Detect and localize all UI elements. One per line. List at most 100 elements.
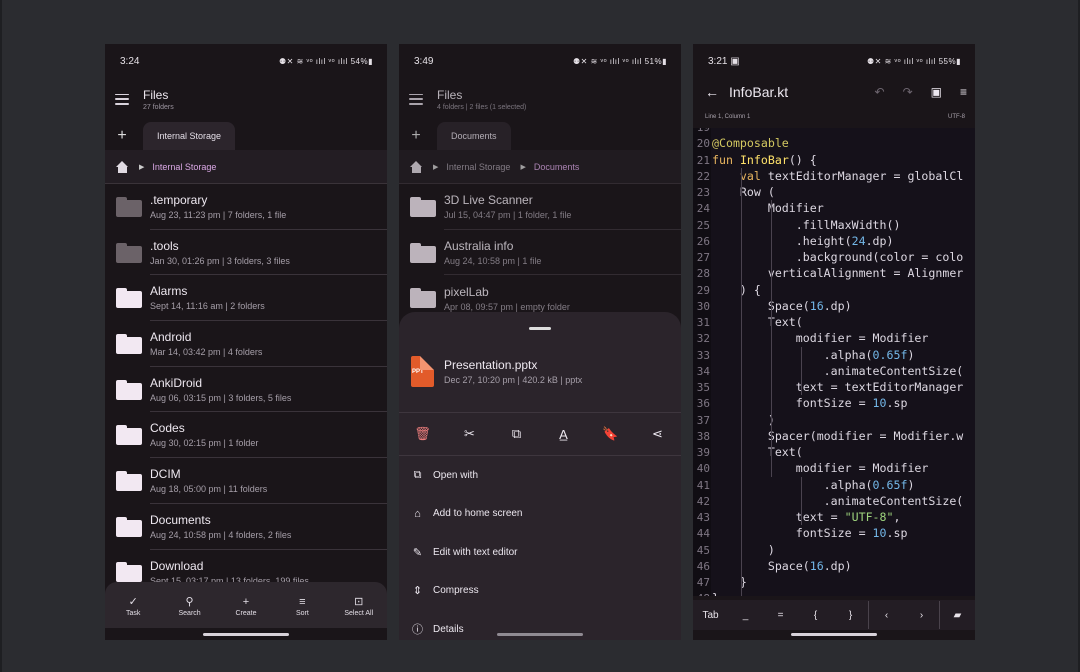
tab-internal-storage[interactable]: Internal Storage <box>143 122 236 150</box>
rename-icon[interactable]: A̲ <box>552 427 576 442</box>
editor-app-bar: ← InfoBar.kt ↶ ↷ ▣ ≡ <box>693 78 975 106</box>
file-row[interactable]: Alarms Sept 14, 11:16 am | 2 folders <box>105 275 387 322</box>
code-line: 33 .alpha(0.65f) <box>693 347 975 363</box>
line-number: 45 <box>696 543 710 557</box>
bottom-search-button[interactable]: ⚲ Search <box>162 594 218 617</box>
key-0[interactable]: Tab <box>693 610 728 621</box>
code-line: 27 .background(color = colo <box>693 249 975 265</box>
home-icon[interactable] <box>410 160 423 173</box>
home-icon[interactable] <box>116 160 129 173</box>
status-icons: ⚉✕ ≋ ᵛᵒ ılıl ᵛᵒ ılıl 51%▮ <box>572 56 667 66</box>
bookmark-add-icon[interactable]: 🔖 <box>599 426 623 442</box>
breadcrumb: ▶ Internal Storage <box>105 150 387 184</box>
folder-icon <box>116 562 142 583</box>
folder-count: 27 folders <box>143 103 174 111</box>
file-meta: Aug 24, 10:58 pm | 1 file <box>444 255 542 266</box>
file-row[interactable]: Android Mar 14, 03:42 pm | 4 folders <box>105 321 387 367</box>
copy-icon[interactable]: ⧉ <box>505 426 529 442</box>
file-row[interactable]: AnkiDroid Aug 06, 03:15 pm | 3 folders, 5… <box>105 367 387 413</box>
file-row[interactable]: 3D Live Scanner Jul 15, 04:47 pm | 1 fold… <box>399 184 681 230</box>
code-text: Space(16.dp) <box>712 298 852 313</box>
file-name: pixelLab <box>444 284 489 299</box>
app-bar: Files 4 folders | 2 files (1 selected) <box>399 78 681 120</box>
file-meta: Jul 15, 04:47 pm | 1 folder, 1 file <box>444 209 572 220</box>
file-row[interactable]: .tools Jan 30, 01:26 pm | 3 folders, 3 fi… <box>105 230 387 276</box>
line-number: 40 <box>696 462 710 476</box>
status-bar: 3:21 ▣ ⚉✕ ≋ ᵛᵒ ılıl ᵛᵒ ılıl 55%▮ <box>693 44 975 78</box>
file-row[interactable]: Australia info Aug 24, 10:58 pm | 1 file <box>399 230 681 276</box>
app-bar: Files 27 folders <box>105 78 387 120</box>
key-3[interactable]: { <box>798 610 833 621</box>
key-2[interactable]: = <box>763 610 798 621</box>
gesture-bar <box>203 633 289 636</box>
code-line: 34 .animateContentSize( <box>693 363 975 379</box>
bottom-item-label: Select All <box>344 609 374 617</box>
line-number: 42 <box>696 494 710 508</box>
redo-icon[interactable]: ↷ <box>903 85 913 99</box>
file-row[interactable]: Documents Aug 24, 10:58 pm | 4 folders, 2… <box>105 504 387 550</box>
line-number: 22 <box>696 169 710 183</box>
menu-item-edit-with-text-editor[interactable]: ✎ Edit with text editor <box>399 533 681 572</box>
bottom-task-button[interactable]: ✓ Task <box>105 594 161 617</box>
file-name: Documents <box>150 512 211 527</box>
file-row[interactable]: Codes Aug 30, 02:15 pm | 1 folder <box>105 412 387 459</box>
folder-icon <box>410 196 436 217</box>
code-line: 25 .fillMaxWidth() <box>693 217 975 233</box>
file-meta: Dec 27, 10:20 pm | 420.2 kB | pptx <box>444 374 583 385</box>
file-info: .temporary Aug 23, 11:23 pm | 7 folders, … <box>150 184 387 230</box>
file-name: Codes <box>150 421 185 436</box>
hamburger-menu-icon[interactable] <box>115 93 129 105</box>
line-number: 46 <box>696 559 710 573</box>
code-editor-area[interactable]: 1920@Composable21fun InfoBar() {22 val t… <box>693 128 975 596</box>
file-row[interactable]: DCIM Aug 18, 05:00 pm | 11 folders <box>105 458 387 504</box>
menu-item-compress[interactable]: ⇕ Compress <box>399 572 681 611</box>
save-icon[interactable]: ▣ <box>931 85 942 99</box>
key-1[interactable]: _ <box>728 610 763 621</box>
share-icon[interactable]: ⋖ <box>646 426 670 442</box>
file-row[interactable]: .temporary Aug 23, 11:23 pm | 7 folders, … <box>105 184 387 230</box>
selected-file: PPT Presentation.pptx Dec 27, 10:20 pm |… <box>399 330 681 392</box>
folder-icon[interactable]: ▰ <box>940 610 975 621</box>
add-tab-button[interactable]: + <box>113 122 131 150</box>
menu-icon[interactable]: ≡ <box>960 85 967 99</box>
left-frame-edge <box>0 0 2 672</box>
code-lines: 1920@Composable21fun InfoBar() {22 val t… <box>693 128 975 596</box>
hamburger-menu-icon[interactable] <box>409 93 423 105</box>
code-text: ) { <box>712 282 761 297</box>
code-text: } <box>711 591 719 596</box>
breadcrumb-current[interactable]: Internal Storage <box>152 162 216 172</box>
code-line: 39 Text( <box>693 444 975 460</box>
cursor-left-key[interactable]: ‹ <box>869 610 904 621</box>
line-number: 39 <box>696 446 710 459</box>
bottom-sort-button[interactable]: ≡ Sort <box>274 594 330 617</box>
line-number: 36 <box>696 397 710 411</box>
breadcrumb: ▶ Internal Storage ▶ Documents <box>399 150 681 184</box>
plus-icon: + <box>242 595 250 608</box>
menu-item-add-to-home-screen[interactable]: ⌂ Add to home screen <box>399 495 681 534</box>
line-number: 32 <box>696 332 710 346</box>
phone-code-editor: 3:21 ▣ ⚉✕ ≋ ᵛᵒ ılıl ᵛᵒ ılıl 55%▮ ← InfoB… <box>693 44 975 640</box>
file-options-bottom-sheet: PPT Presentation.pptx Dec 27, 10:20 pm |… <box>399 312 681 640</box>
status-bar: 3:49 ⚉✕ ≋ ᵛᵒ ılıl ᵛᵒ ılıl 51%▮ <box>399 44 681 78</box>
bottom-create-button[interactable]: + Create <box>218 594 274 617</box>
chevron-right-icon: ▶ <box>139 163 145 171</box>
bottom-select-all-button[interactable]: ⊡ Select All <box>331 594 387 617</box>
file-info: Codes Aug 30, 02:15 pm | 1 folder <box>150 412 387 459</box>
line-number: 31 <box>696 316 710 329</box>
breadcrumb-current[interactable]: Documents <box>534 162 580 172</box>
back-arrow-icon[interactable]: ← <box>705 84 719 100</box>
tab-documents[interactable]: Documents <box>437 122 511 150</box>
code-text: fun InfoBar() { <box>712 152 817 167</box>
add-tab-button[interactable]: + <box>407 122 425 150</box>
delete-icon[interactable]: 🗑 <box>411 426 435 442</box>
undo-icon[interactable]: ↶ <box>875 85 885 99</box>
menu-item-open-with[interactable]: ⧉ Open with <box>399 456 681 495</box>
cursor-right-key[interactable]: › <box>904 610 939 621</box>
code-line: 48} <box>693 590 975 596</box>
breadcrumb-parent[interactable]: Internal Storage <box>446 162 510 172</box>
code-line: 30 Space(16.dp) <box>693 298 975 314</box>
file-encoding: UTF-8 <box>948 114 965 120</box>
key-4[interactable]: } <box>833 610 868 621</box>
bottom-toolbar: ✓ Task ⚲ Search + Create ≡ Sort ⊡ Select All <box>105 582 387 628</box>
cut-icon[interactable]: ✂ <box>458 426 482 442</box>
